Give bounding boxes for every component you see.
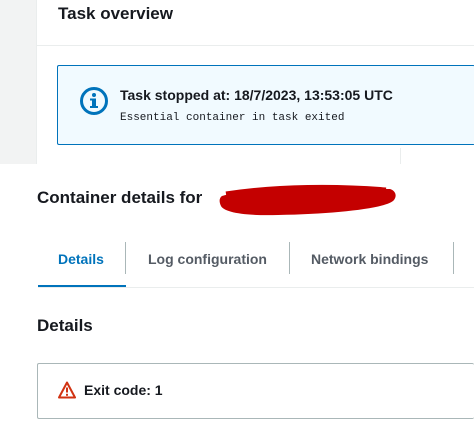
left-gutter [0, 0, 36, 164]
info-icon [80, 87, 108, 115]
task-stopped-title: Task stopped at: 18/7/2023, 13:53:05 UTC [120, 87, 393, 103]
task-stopped-reason: Essential container in task exited [120, 112, 345, 124]
container-details-title: Container details for [37, 188, 203, 207]
exit-code-alert: Exit code: 1 [37, 363, 474, 419]
page: Task overview Task stopped at: 18/7/2023… [0, 0, 474, 430]
tab-network-bindings[interactable]: Network bindings [311, 242, 428, 286]
tabs-divider [38, 287, 474, 288]
tab-separator [125, 242, 126, 274]
details-heading: Details [37, 316, 93, 335]
tab-separator [289, 242, 290, 274]
tab-separator [453, 242, 454, 274]
task-overview-panel: Task overview Task stopped at: 18/7/2023… [36, 0, 474, 164]
exit-code-label: Exit code: 1 [84, 382, 163, 398]
redaction-mark [219, 184, 396, 216]
task-stopped-alert: Task stopped at: 18/7/2023, 13:53:05 UTC… [57, 65, 474, 145]
task-overview-title: Task overview [58, 4, 173, 23]
task-overview-divider [37, 45, 474, 46]
container-tabs: Details Log configuration Network bindin… [38, 242, 474, 288]
tab-details[interactable]: Details [58, 242, 104, 286]
tab-log-configuration[interactable]: Log configuration [148, 242, 267, 286]
panel-edge [400, 148, 401, 164]
warning-icon [58, 381, 76, 399]
container-details-panel: Container details for Details Log config… [0, 164, 474, 430]
